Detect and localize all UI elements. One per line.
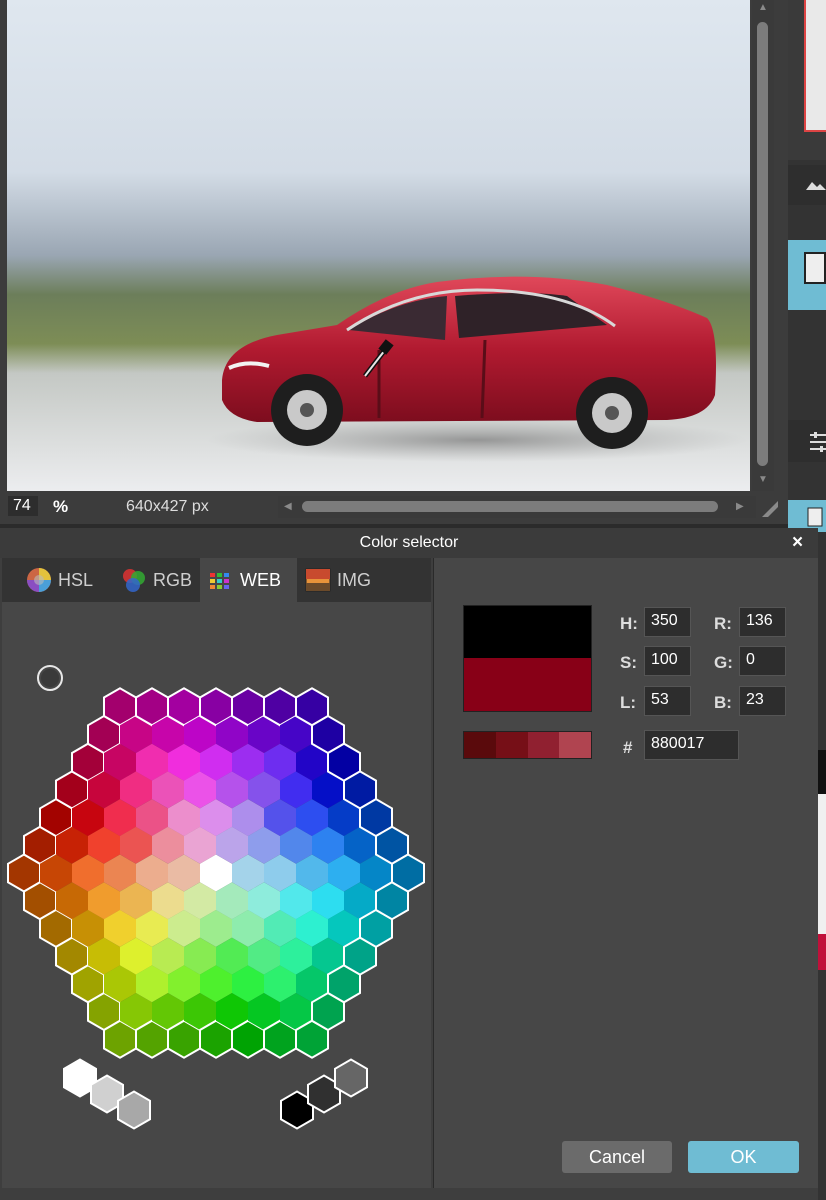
vertical-scroll-thumb[interactable] — [757, 22, 768, 466]
tab-img[interactable]: IMG — [297, 558, 387, 602]
mountain-icon — [806, 182, 826, 190]
tab-rgb[interactable]: RGB — [109, 558, 200, 602]
l-field[interactable]: 53 — [644, 686, 691, 716]
canvas-area: ▲ ▼ — [0, 0, 788, 524]
shade-swatches — [463, 731, 592, 759]
vertical-scrollbar[interactable]: ▲ ▼ — [752, 0, 774, 491]
resize-grip-icon[interactable] — [762, 501, 778, 517]
cancel-button[interactable]: Cancel — [562, 1141, 672, 1173]
image-size-label: 640x427 px — [126, 498, 209, 515]
scroll-left-arrow-icon[interactable]: ◀ — [284, 502, 292, 512]
g-label: G: — [714, 653, 733, 672]
tab-web-label: WEB — [240, 569, 282, 590]
dialog-title: Color selector — [359, 534, 459, 551]
hex-field[interactable]: 880017 — [644, 730, 739, 760]
shade-swatch[interactable] — [559, 732, 591, 758]
color-mode-tabs: HSL RGB WEB IMG — [2, 558, 431, 602]
b-label: B: — [714, 693, 732, 712]
s-field[interactable]: 100 — [644, 646, 691, 676]
layer-preview — [804, 252, 826, 284]
shade-swatch[interactable] — [464, 732, 496, 758]
scroll-down-arrow-icon[interactable]: ▼ — [758, 475, 768, 485]
status-bar: 74 % 640x427 px ◀ ▶ — [0, 491, 788, 524]
horizontal-scroll-thumb[interactable] — [302, 501, 718, 512]
gray-swatch-hex[interactable] — [117, 1090, 151, 1130]
tab-hsl-label: HSL — [58, 569, 94, 590]
color-wheel-icon — [27, 568, 51, 592]
sliders-icon — [810, 432, 826, 452]
selected-color-swatch — [464, 658, 591, 711]
horizontal-scrollbar[interactable]: ◀ ▶ — [278, 496, 756, 518]
scroll-up-arrow-icon[interactable]: ▲ — [758, 3, 768, 13]
navigator-thumbnail[interactable] — [804, 0, 826, 132]
g-field[interactable]: 0 — [739, 646, 786, 676]
color-swatch-hex[interactable] — [391, 853, 425, 893]
gray-swatch-hex[interactable] — [334, 1058, 368, 1098]
histogram-button[interactable] — [788, 165, 826, 205]
shade-swatch[interactable] — [527, 732, 560, 758]
hex-label: # — [623, 738, 633, 757]
tab-hsl[interactable]: HSL — [2, 558, 109, 602]
tab-web[interactable]: WEB — [200, 558, 297, 602]
current-color-swatch — [464, 606, 591, 658]
r-label: R: — [714, 614, 732, 633]
r-field[interactable]: 136 — [739, 607, 786, 637]
image-canvas[interactable] — [7, 0, 750, 491]
zoom-input[interactable]: 74 — [8, 496, 38, 516]
s-label: S: — [620, 653, 637, 672]
shade-swatch[interactable] — [495, 732, 528, 758]
tab-rgb-label: RGB — [153, 569, 193, 590]
image-icon — [305, 568, 331, 592]
h-label: H: — [620, 614, 638, 633]
zoom-unit: % — [53, 497, 69, 516]
tab-img-label: IMG — [337, 569, 371, 590]
rgb-circles-icon — [123, 569, 145, 592]
ok-button[interactable]: OK — [688, 1141, 799, 1173]
h-field[interactable]: 350 — [644, 607, 691, 637]
l-label: L: — [620, 693, 637, 712]
dialog-header[interactable]: Color selector × — [0, 528, 818, 558]
layer-thumbnail[interactable] — [788, 240, 826, 310]
navigator-panel — [788, 0, 826, 160]
adjustments-button[interactable] — [788, 420, 826, 462]
scroll-right-arrow-icon[interactable]: ▶ — [736, 502, 744, 512]
car-photo — [7, 0, 750, 491]
web-swatches-icon — [210, 573, 229, 589]
b-field[interactable]: 23 — [739, 686, 786, 716]
color-preview — [463, 605, 592, 712]
close-button[interactable]: × — [792, 532, 803, 554]
